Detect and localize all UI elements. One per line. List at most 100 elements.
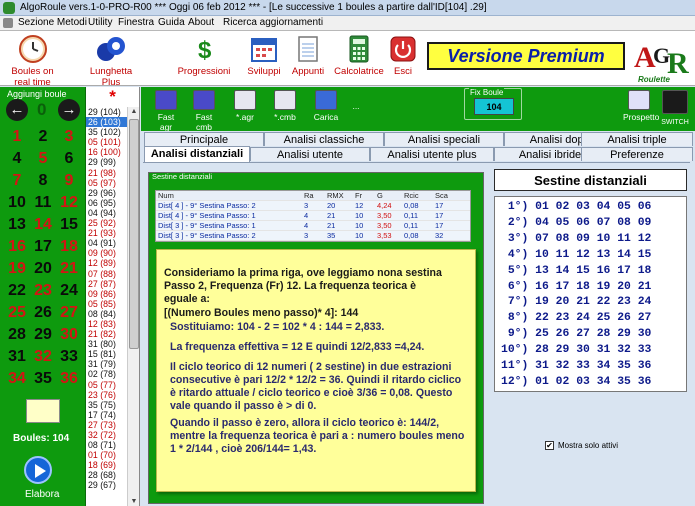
sestina-row[interactable]: 6°) 16 17 18 19 20 21 [501,281,652,295]
sestina-row[interactable]: 2°) 04 05 06 07 08 09 [501,217,652,231]
history-item[interactable]: 29 (99) [86,157,127,167]
number-cell[interactable]: 29 [30,324,56,346]
number-cell[interactable]: 10 [4,192,30,214]
history-item[interactable]: 01 (70) [86,450,127,460]
prev-arrow-icon[interactable]: ← [6,99,28,121]
number-cell[interactable]: 30 [56,324,82,346]
calcolatrice-button[interactable]: Calcolatrice [334,34,384,77]
history-item[interactable]: 26 (103) [86,117,127,128]
boules-real-time-button[interactable]: Boules on real time [5,34,60,88]
number-cell[interactable]: 24 [56,280,82,302]
sestina-row[interactable]: 12°) 01 02 03 34 35 36 [501,376,651,390]
menu-guida[interactable]: Guida [158,17,185,28]
number-cell[interactable]: 11 [30,192,56,214]
sestina-row[interactable]: 10°) 28 29 30 31 32 33 [501,344,651,358]
tab-analisi-triple[interactable]: Analisi triple [581,132,693,146]
col-rmx[interactable]: RMX [327,191,344,201]
number-cell[interactable]: 4 [4,148,30,170]
history-item[interactable]: 21 (82) [86,329,127,339]
more-button[interactable]: ... [349,101,363,111]
history-item[interactable]: 12 (83) [86,319,127,329]
appunti-button[interactable]: Appunti [288,34,328,77]
history-item[interactable]: 05 (97) [86,178,127,188]
history-item[interactable]: 35 (102) [86,127,127,137]
prospetto-button[interactable]: Prospetto [623,90,659,122]
history-item[interactable]: 04 (94) [86,208,127,218]
history-item[interactable]: 31 (79) [86,359,127,369]
menu-ricerca-aggiornamenti[interactable]: Ricerca aggiornamenti [223,17,323,28]
number-cell[interactable]: 26 [30,302,56,324]
history-item[interactable]: 06 (95) [86,198,127,208]
number-cell[interactable]: 35 [30,368,56,390]
menu-utility[interactable]: Utility [88,17,112,28]
table-row[interactable]: Dist[ 3 ] - 9° Sestina Passo: 1 4 21 10 3,50… [156,221,470,231]
number-cell[interactable]: 13 [4,214,30,236]
number-cell[interactable]: 33 [56,346,82,368]
sestine-list[interactable]: 1°) 01 02 03 04 05 06 2°) 04 05 06 07 08… [494,196,687,392]
history-item[interactable]: 08 (71) [86,440,127,450]
history-item[interactable]: 17 (74) [86,410,127,420]
number-cell[interactable]: 6 [56,148,82,170]
tab-preferenze[interactable]: Preferenze [581,147,693,161]
menu-about[interactable]: About [188,17,214,28]
history-item[interactable]: 09 (90) [86,248,127,258]
number-cell[interactable]: 19 [4,258,30,280]
col-ra[interactable]: Ra [304,191,314,201]
menu-sezione-metodi[interactable]: Sezione Metodi [18,17,87,28]
number-cell[interactable]: 20 [30,258,56,280]
col-g[interactable]: G [377,191,383,201]
history-item[interactable]: 35 (75) [86,400,127,410]
history-item[interactable]: 29 (67) [86,480,127,490]
sviluppi-button[interactable]: Sviluppi [244,34,284,77]
sestina-row[interactable]: 8°) 22 23 24 25 26 27 [501,312,652,326]
number-cell[interactable]: 7 [4,170,30,192]
number-cell[interactable]: 2 [30,126,56,148]
col-sca[interactable]: Sca [435,191,448,201]
elabora-play-icon[interactable] [24,456,52,484]
col-rcic[interactable]: Rcic [404,191,419,201]
history-item[interactable]: 07 (88) [86,269,127,279]
table-row[interactable]: Dist[ 4 ] - 9° Sestina Passo: 2 3 20 12 4,24… [156,201,470,211]
fix-boule-value[interactable]: 104 [474,98,514,115]
history-item[interactable]: 27 (87) [86,279,127,289]
sestina-row[interactable]: 9°) 25 26 27 28 29 30 [501,328,652,342]
history-item[interactable]: 29 (104) [86,107,127,117]
history-item[interactable]: 27 (73) [86,420,127,430]
open-agr-button[interactable]: *.agr [233,90,257,122]
fast-agr-button[interactable]: Fast agr [151,90,181,132]
next-arrow-icon[interactable]: → [58,99,80,121]
esci-button[interactable]: Esci [386,34,420,77]
history-item[interactable]: 15 (81) [86,349,127,359]
lunghetta-plus-button[interactable]: Lunghetta Plus [82,34,140,88]
number-cell[interactable]: 12 [56,192,82,214]
col-num[interactable]: Num [158,191,174,201]
sestina-row[interactable]: 11°) 31 32 33 34 35 36 [501,360,651,374]
history-item[interactable]: 05 (101) [86,137,127,147]
number-cell[interactable]: 27 [56,302,82,324]
number-cell[interactable]: 31 [4,346,30,368]
table-row[interactable]: Dist[ 3 ] - 9° Sestina Passo: 2 3 35 10 3,53… [156,231,470,241]
number-cell[interactable]: 3 [56,126,82,148]
table-row[interactable]: Dist[ 4 ] - 9° Sestina Passo: 1 4 21 10 3,50… [156,211,470,221]
history-item[interactable]: 21 (98) [86,168,127,178]
number-cell[interactable]: 15 [56,214,82,236]
history-list[interactable]: 29 (104) 26 (103) 35 (102) 05 (101) 16 (100)… [86,107,127,506]
history-item[interactable]: 08 (84) [86,309,127,319]
col-fr[interactable]: Fr [355,191,362,201]
history-item[interactable]: 25 (92) [86,218,127,228]
number-cell[interactable]: 18 [56,236,82,258]
scroll-thumb[interactable] [129,119,139,349]
sestina-row[interactable]: 5°) 13 14 15 16 17 18 [501,265,652,279]
scroll-up-icon[interactable]: ▲ [130,108,138,115]
boule-input-box[interactable] [26,399,60,423]
sestina-row[interactable]: 3°) 07 08 09 10 11 12 [501,233,652,247]
number-cell[interactable]: 17 [30,236,56,258]
history-scrollbar[interactable]: ▲ ▼ [127,107,139,506]
sestina-row[interactable]: 1°) 01 02 03 04 05 06 [501,201,652,215]
number-cell[interactable]: 1 [4,126,30,148]
history-item[interactable]: 23 (76) [86,390,127,400]
tab-principale[interactable]: Principale [144,132,264,146]
fast-cmb-button[interactable]: Fast cmb [189,90,219,132]
scroll-down-icon[interactable]: ▼ [130,498,138,505]
number-cell[interactable]: 25 [4,302,30,324]
